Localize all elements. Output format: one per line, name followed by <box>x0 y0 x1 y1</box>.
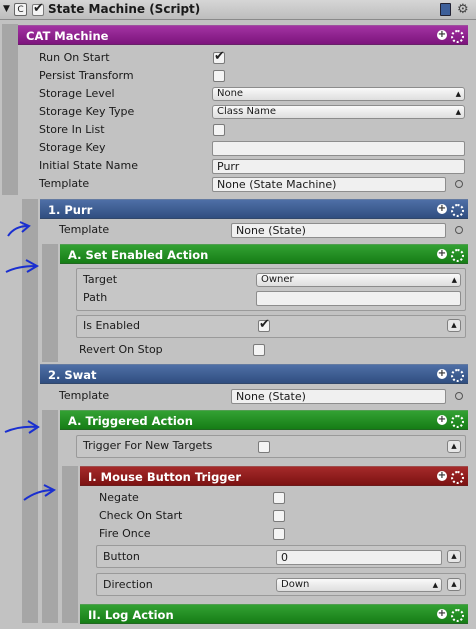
annotation-arrow-2 <box>5 259 40 273</box>
annotation-arrow-3 <box>4 420 40 434</box>
annotation-arrows <box>4 221 56 501</box>
annotation-arrow-1 <box>7 221 31 237</box>
annotation-arrow-4 <box>23 484 56 501</box>
